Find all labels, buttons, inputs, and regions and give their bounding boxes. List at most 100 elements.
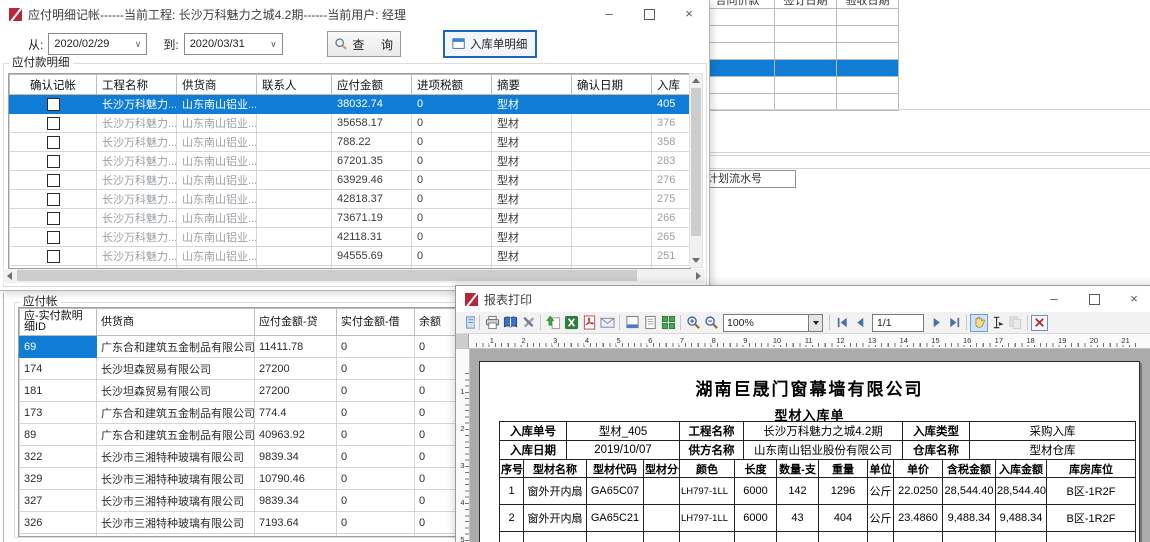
column-header[interactable]: 工程名称 xyxy=(97,75,177,95)
confirm-checkbox[interactable] xyxy=(47,250,60,263)
column-header[interactable]: 实付金额-借 xyxy=(337,309,415,336)
single-page-icon[interactable] xyxy=(641,314,659,332)
payable-account-row[interactable]: 89广东合和建筑五金制品有限公司40963.9200 xyxy=(20,424,457,446)
zoom-in-icon[interactable] xyxy=(684,314,702,332)
scrollbar-thumb[interactable] xyxy=(17,270,637,281)
payable-detail-row[interactable]: 长沙万科魅力...山东南山铝业... 42818.370型材 275 xyxy=(10,190,690,209)
payable-detail-row[interactable]: 长沙万科魅力...山东南山铝业... 35658.170型材 376 xyxy=(10,114,690,133)
cell xyxy=(775,43,837,60)
payable-detail-row[interactable]: 长沙万科魅力...山东南山铝业... 42118.310型材 265 xyxy=(10,228,690,247)
close-button[interactable]: × xyxy=(1114,286,1150,312)
confirm-checkbox[interactable] xyxy=(47,155,60,168)
payable-account-row[interactable]: 329长沙市三湘特种玻璃有限公司10790.4600 xyxy=(20,468,457,490)
confirm-checkbox[interactable] xyxy=(47,98,60,111)
zoom-level-combobox[interactable]: 100% xyxy=(723,314,823,332)
scroll-down-arrow[interactable] xyxy=(690,254,702,267)
payable-account-row[interactable]: 69广东合和建筑五金制品有限公司11411.7800 xyxy=(20,336,457,358)
table-row[interactable] xyxy=(701,60,899,77)
inbound-button-label: 入库单明细 xyxy=(470,36,528,52)
zoom-out-icon[interactable] xyxy=(702,314,720,332)
hand-tool-icon[interactable] xyxy=(970,314,988,332)
query-button[interactable]: 查 询 xyxy=(327,31,401,57)
cell: 142 xyxy=(777,478,819,505)
payable-account-row[interactable]: 322长沙市三湘特种玻璃有限公司9839.3400 xyxy=(20,446,457,468)
payable-account-row[interactable]: 174长沙坦森贸易有限公司2720000 xyxy=(20,358,457,380)
titlebar[interactable]: 应付明细记帐------当前工程: 长沙万科魅力之城4.2期------当前用户… xyxy=(0,0,709,28)
column-header[interactable]: 供货商 xyxy=(177,75,257,95)
maximize-button[interactable] xyxy=(1074,286,1114,312)
payable-detail-row[interactable]: 长沙万科魅力...山东南山铝业... 67201.350型材 283 xyxy=(10,152,690,171)
payable-account-row[interactable]: 327长沙市三湘特种玻璃有限公司9839.3400 xyxy=(20,490,457,512)
cell: 2 xyxy=(500,505,524,532)
horizontal-scrollbar[interactable] xyxy=(3,269,705,283)
payable-account-row[interactable]: 325长沙市三湘特种玻璃有限公司7193.6400 xyxy=(20,534,457,538)
column-header[interactable]: 入库 xyxy=(652,75,690,95)
payable-account-row[interactable]: 173广东合和建筑五金制品有限公司774.400 xyxy=(20,402,457,424)
column-header[interactable]: 应付金额 xyxy=(332,75,412,95)
nav-first-icon[interactable] xyxy=(833,314,851,332)
report-partial-icon[interactable] xyxy=(458,314,476,332)
table-row[interactable] xyxy=(701,26,899,43)
payable-detail-row[interactable]: 长沙万科魅力...山东南山铝业... 73671.190型材 266 xyxy=(10,209,690,228)
payable-detail-row[interactable]: 长沙万科魅力...山东南山铝业... 63929.460型材 276 xyxy=(10,171,690,190)
vertical-scrollbar[interactable] xyxy=(689,73,703,268)
confirm-checkbox[interactable] xyxy=(47,174,60,187)
titlebar[interactable]: 报表打印 – × xyxy=(456,286,1150,312)
cell: 0 xyxy=(415,336,457,358)
column-header[interactable]: 应-实付款明细ID xyxy=(20,309,97,336)
printer-icon[interactable] xyxy=(483,314,501,332)
minimize-button[interactable]: – xyxy=(1034,286,1074,312)
column-header[interactable]: 供货商 xyxy=(97,309,255,336)
column-header[interactable]: 进项税额 xyxy=(412,75,492,95)
page-indicator-input[interactable]: 1/1 xyxy=(872,314,924,332)
to-date-combobox[interactable]: 2020/03/31 ∨ xyxy=(184,33,283,55)
toolbar-separator xyxy=(1027,315,1028,330)
column-header[interactable]: 应付金额-贷 xyxy=(255,309,337,336)
table-row[interactable] xyxy=(701,43,899,60)
excel-export-icon[interactable] xyxy=(562,314,580,332)
maximize-button[interactable] xyxy=(629,0,669,28)
payable-detail-row[interactable]: 长沙万科魅力...山东南山铝业... 788.220型材 358 xyxy=(10,133,690,152)
pdf-export-icon[interactable] xyxy=(580,314,598,332)
from-date-combobox[interactable]: 2020/02/29 ∨ xyxy=(48,33,147,55)
multi-page-icon[interactable] xyxy=(659,314,677,332)
book-view-icon[interactable] xyxy=(501,314,519,332)
minimize-button[interactable]: – xyxy=(589,0,629,28)
column-header[interactable]: 确认记帐 xyxy=(10,75,97,95)
chevron-down-icon[interactable] xyxy=(808,315,822,331)
close-button[interactable]: × xyxy=(669,0,709,28)
confirm-checkbox[interactable] xyxy=(47,117,60,130)
scrollbar-thumb[interactable] xyxy=(691,88,701,236)
scroll-right-arrow[interactable] xyxy=(692,269,705,283)
close-preview-icon[interactable] xyxy=(1031,315,1048,331)
mail-send-icon[interactable] xyxy=(598,314,616,332)
table-row[interactable] xyxy=(701,9,899,26)
cell xyxy=(572,228,652,247)
column-header[interactable]: 联系人 xyxy=(257,75,332,95)
nav-last-icon[interactable] xyxy=(945,314,963,332)
page-setup-icon[interactable] xyxy=(623,314,641,332)
confirm-checkbox[interactable] xyxy=(47,193,60,206)
text-select-icon[interactable] xyxy=(988,314,1006,332)
payable-account-row[interactable]: 181长沙坦森贸易有限公司2720000 xyxy=(20,380,457,402)
nav-prev-icon[interactable] xyxy=(851,314,869,332)
confirm-checkbox[interactable] xyxy=(47,231,60,244)
table-row[interactable] xyxy=(701,94,899,111)
payable-detail-row[interactable]: 长沙万科魅力...山东南山铝业... 94555.690型材 251 xyxy=(10,247,690,266)
confirm-checkbox[interactable] xyxy=(47,136,60,149)
table-row[interactable] xyxy=(701,77,899,94)
nav-next-icon[interactable] xyxy=(927,314,945,332)
column-header[interactable]: 摘要 xyxy=(492,75,572,95)
column-header[interactable]: 余额 xyxy=(415,309,457,336)
payable-detail-row[interactable]: 长沙万科魅力...山东南山铝业... 38032.740型材 405 xyxy=(10,95,690,114)
column-header[interactable]: 确认日期 xyxy=(572,75,652,95)
payable-account-row[interactable]: 326长沙市三湘特种玻璃有限公司7193.6400 xyxy=(20,512,457,534)
confirm-checkbox[interactable] xyxy=(47,212,60,225)
inbound-detail-button[interactable]: 入库单明细 xyxy=(443,30,537,58)
export-up-icon[interactable] xyxy=(544,314,562,332)
scroll-left-arrow[interactable] xyxy=(3,269,16,283)
print-preview-area[interactable]: 12345 湖南巨晟门窗幕墙有限公司 型材入库单 入库单号型材_405工程名称长… xyxy=(456,349,1150,542)
cell: 788.22 xyxy=(332,133,412,152)
settings-tools-icon[interactable] xyxy=(519,314,537,332)
scroll-up-arrow[interactable] xyxy=(690,74,702,87)
